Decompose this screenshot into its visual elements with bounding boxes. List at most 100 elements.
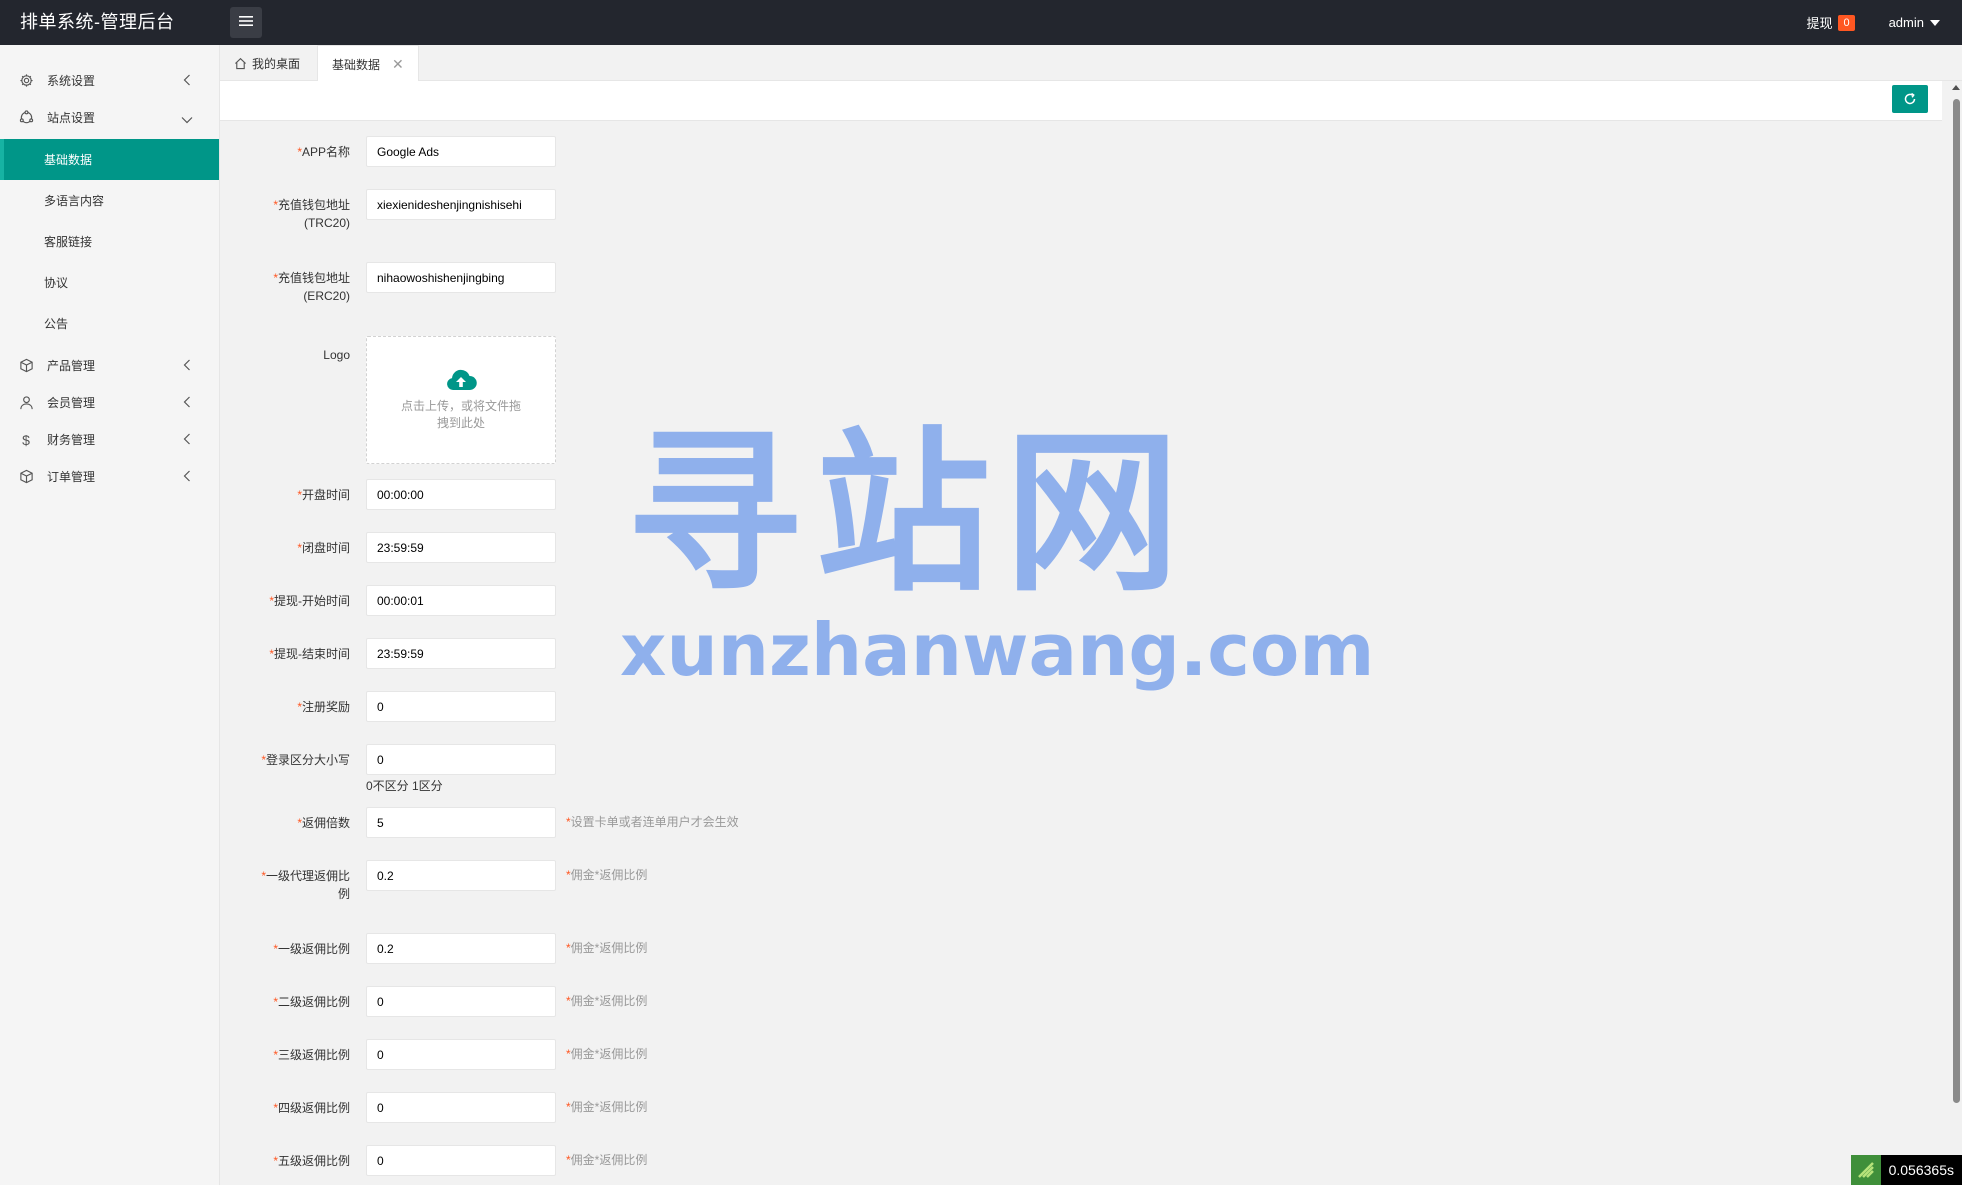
logo-label: Logo <box>323 348 350 362</box>
erc20-wallet-input[interactable] <box>366 262 556 293</box>
tab-home[interactable]: 我的桌面 <box>220 45 314 81</box>
sidebar-item-label: 产品管理 <box>47 359 96 373</box>
gear-icon <box>18 73 34 89</box>
rate-1-label: *一级返佣比例 <box>273 942 350 956</box>
agent-rate-1-label: *一级代理返佣比例 <box>261 869 350 901</box>
withdraw-start-input[interactable] <box>366 585 556 616</box>
sidebar-item-finance[interactable]: $ 财务管理 <box>0 421 219 458</box>
app-title: 排单系统-管理后台 <box>20 12 175 32</box>
tab-label: 基础数据 <box>332 57 381 72</box>
chevron-left-icon <box>183 470 191 485</box>
rate-3-input[interactable] <box>366 1039 556 1070</box>
rate-1-input[interactable] <box>366 933 556 964</box>
user-menu[interactable]: admin <box>1889 15 1940 30</box>
agent-rate-1-hint: *佣金*返佣比例 <box>566 868 648 882</box>
login-case-label: *登录区分大小写 <box>261 753 350 767</box>
sidebar-subitem-notice[interactable]: 公告 <box>0 303 219 344</box>
rate-5-hint: *佣金*返佣比例 <box>566 1153 648 1167</box>
hamburger-icon <box>239 15 253 30</box>
upload-hint: 点击上传，或将文件拖 拽到此处 <box>400 399 521 430</box>
rate-4-hint: *佣金*返佣比例 <box>566 1100 648 1114</box>
home-icon <box>234 57 247 70</box>
agent-rate-1-input[interactable] <box>366 860 556 891</box>
debug-timer[interactable]: 0.056365s <box>1850 1155 1962 1185</box>
rate-4-label: *四级返佣比例 <box>273 1101 350 1115</box>
rate-5-label: *五级返佣比例 <box>273 1154 350 1168</box>
chevron-left-icon <box>183 433 191 448</box>
rebate-multiple-label: *返佣倍数 <box>297 816 350 830</box>
sidebar-subitem-service-link[interactable]: 客服链接 <box>0 221 219 262</box>
register-reward-label: *注册奖励 <box>297 700 350 714</box>
site-settings-submenu: 基础数据 多语言内容 客服链接 协议 公告 <box>0 139 219 344</box>
sidebar-item-label: 系统设置 <box>47 74 96 88</box>
register-reward-input[interactable] <box>366 691 556 722</box>
rebate-multiple-input[interactable] <box>366 807 556 838</box>
open-time-label: *开盘时间 <box>297 488 350 502</box>
app-name-input[interactable] <box>366 136 556 167</box>
erc20-label: *充值钱包地址 (ERC20) <box>273 271 350 303</box>
debug-logo-icon <box>1850 1155 1881 1185</box>
debug-timer-value: 0.056365s <box>1880 1155 1962 1185</box>
cloud-upload-icon <box>445 368 477 392</box>
rate-4-input[interactable] <box>366 1092 556 1123</box>
sidebar-subitem-multilang[interactable]: 多语言内容 <box>0 180 219 221</box>
sidebar-item-system-settings[interactable]: 系统设置 <box>0 62 219 99</box>
tab-bar: 我的桌面 基础数据 ✕ <box>220 45 1962 82</box>
trc20-label: *充值钱包地址 (TRC20) <box>273 198 350 230</box>
dollar-icon: $ <box>22 431 30 448</box>
open-time-input[interactable] <box>366 479 556 510</box>
refresh-button[interactable] <box>1892 85 1928 113</box>
sidebar-subitem-basic-data[interactable]: 基础数据 <box>0 139 219 180</box>
menu-toggle-button[interactable] <box>230 7 262 38</box>
withdraw-end-input[interactable] <box>366 638 556 669</box>
refresh-icon <box>1903 92 1917 106</box>
close-icon[interactable]: ✕ <box>392 56 404 73</box>
withdraw-label: 提现 <box>1806 16 1833 31</box>
content-scrollbar[interactable] <box>1950 81 1962 1185</box>
rate-2-input[interactable] <box>366 986 556 1017</box>
rate-1-hint: *佣金*返佣比例 <box>566 941 648 955</box>
sidebar-item-products[interactable]: 产品管理 <box>0 347 219 384</box>
app-name-label: *APP名称 <box>297 145 350 159</box>
tab-basic-data[interactable]: 基础数据 ✕ <box>317 45 419 82</box>
order-icon <box>18 469 34 485</box>
user-icon <box>18 395 34 411</box>
close-time-input[interactable] <box>366 532 556 563</box>
sidebar-item-label: 财务管理 <box>47 433 96 447</box>
withdraw-link[interactable]: 提现 0 <box>1806 13 1855 32</box>
sidebar-item-label: 站点设置 <box>47 111 96 125</box>
withdraw-end-label: *提现-结束时间 <box>269 647 350 661</box>
trc20-wallet-input[interactable] <box>366 189 556 220</box>
sidebar-item-label: 会员管理 <box>47 396 96 410</box>
close-time-label: *闭盘时间 <box>297 541 350 555</box>
rate-3-hint: *佣金*返佣比例 <box>566 1047 648 1061</box>
logo-upload-area[interactable]: 点击上传，或将文件拖 拽到此处 <box>366 336 556 464</box>
sidebar-item-site-settings[interactable]: 站点设置 <box>0 99 219 136</box>
caret-down-icon <box>1930 19 1940 26</box>
withdraw-count-badge: 0 <box>1838 14 1855 31</box>
login-case-input[interactable] <box>366 744 556 775</box>
chevron-left-icon <box>183 359 191 374</box>
scroll-up-arrow-icon[interactable] <box>1952 85 1960 90</box>
sidebar-item-orders[interactable]: 订单管理 <box>0 458 219 495</box>
sidebar-subitem-agreement[interactable]: 协议 <box>0 262 219 303</box>
rebate-multiple-hint: *设置卡单或者连单用户才会生效 <box>566 815 739 829</box>
sidebar-item-label: 订单管理 <box>47 470 96 484</box>
login-case-hint: 0不区分 1区分 <box>366 779 443 793</box>
chevron-down-icon <box>181 113 193 127</box>
sidebar: 系统设置 站点设置 基础数据 多语言内容 客服链接 协议 公告 产品管理 会员管… <box>0 45 220 1185</box>
rate-5-input[interactable] <box>366 1145 556 1176</box>
chevron-left-icon <box>183 74 191 89</box>
rate-3-label: *三级返佣比例 <box>273 1048 350 1062</box>
scroll-thumb[interactable] <box>1953 99 1960 1103</box>
rate-2-label: *二级返佣比例 <box>273 995 350 1009</box>
chevron-left-icon <box>183 396 191 411</box>
sidebar-item-members[interactable]: 会员管理 <box>0 384 219 421</box>
rate-2-hint: *佣金*返佣比例 <box>566 994 648 1008</box>
site-icon <box>18 110 34 126</box>
withdraw-start-label: *提现-开始时间 <box>269 594 350 608</box>
tab-label: 我的桌面 <box>252 56 301 71</box>
main-content: *APP名称 *充值钱包地址(TRC20) *充值钱包地址(ERC20) Log… <box>220 81 1942 1185</box>
content-toolbar <box>220 81 1942 121</box>
top-bar: 排单系统-管理后台 提现 0 admin <box>0 0 1962 45</box>
